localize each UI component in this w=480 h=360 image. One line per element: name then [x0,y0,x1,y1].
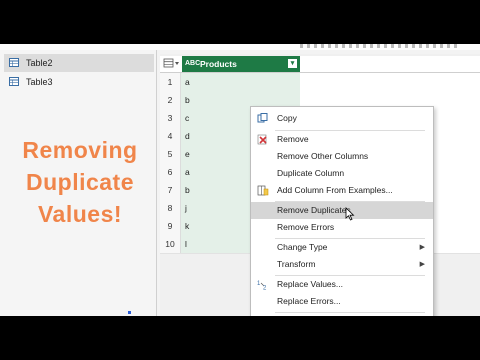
menu-item-transform[interactable]: Transform ▶ [251,256,433,273]
cell-value[interactable]: j [185,199,187,217]
row-number: 10 [160,235,181,253]
menu-item-replace-errors[interactable]: Replace Errors... [251,293,433,310]
column-name: Products [200,59,237,69]
cell-value[interactable]: l [185,235,187,253]
add-column-icon [257,185,269,196]
menu-item-label: Remove Errors [277,222,335,232]
replace-values-icon: 12 [257,281,267,291]
submenu-arrow-icon: ▶ [419,261,425,268]
cell-value[interactable]: a [185,163,190,181]
menu-item-remove-other-columns[interactable]: Remove Other Columns [251,148,433,165]
row-number: 9 [160,217,181,235]
row-number: 6 [160,163,181,181]
mouse-cursor-icon [345,207,355,221]
menu-item-remove[interactable]: Remove [251,131,433,148]
row-number: 4 [160,127,181,145]
cell-value[interactable]: b [185,181,190,199]
menu-item-label: Replace Values... [277,279,343,289]
svg-text:1: 1 [257,281,261,287]
menu-item-label: Remove [277,134,309,144]
row-number: 8 [160,199,181,217]
cell-value[interactable]: e [185,145,190,163]
selected-cell-bg [181,73,300,91]
row-number: 5 [160,145,181,163]
query-item-table2[interactable]: Table2 [4,54,154,72]
cell-value[interactable]: c [185,109,189,127]
table-icon [9,58,19,67]
menu-item-label: Remove Duplicates [277,205,351,215]
cell-value[interactable]: d [185,127,190,145]
menu-item-label: Transform [277,259,316,269]
menu-item-split-column[interactable]: Split Column ▶ [251,313,433,316]
query-label: Table3 [26,77,53,87]
menu-item-label: Change Type [277,242,328,252]
cell-value[interactable]: k [185,217,189,235]
menu-item-change-type[interactable]: Change Type ▶ [251,239,433,256]
submenu-arrow-icon: ▶ [420,313,425,316]
power-query-window: Table2 Table3 Removing Duplicate Values! [0,44,480,316]
menu-item-label: Replace Errors... [277,296,341,306]
table-menu-icon[interactable] [162,57,180,71]
svg-text:2: 2 [263,286,267,291]
menu-item-copy[interactable]: Copy [251,110,433,127]
row-number: 1 [160,73,181,91]
cell-value[interactable]: b [185,91,190,109]
menu-item-label: Duplicate Column [277,168,345,178]
menu-item-remove-duplicates[interactable]: Remove Duplicates [251,202,433,219]
remove-x-icon [257,134,267,145]
copy-icon [257,113,268,123]
menu-item-label: Add Column From Examples... [277,185,393,195]
table-icon [9,77,19,86]
submenu-arrow-icon: ▶ [419,244,425,251]
overlay-title: Removing Duplicate Values! [0,134,160,230]
menu-item-add-column-from-examples[interactable]: Add Column From Examples... [251,182,433,199]
menu-item-duplicate-column[interactable]: Duplicate Column [251,165,433,182]
column-filter-icon[interactable]: ▾ [288,59,297,68]
column-context-menu: Copy Remove Remove Other Columns Duplicate … [250,106,434,316]
column-header-products[interactable]: ABC Products ▾ [182,56,300,72]
overlay-line-3: Values! [37,201,123,227]
table-row[interactable]: 1a [160,73,480,92]
menu-item-label: Copy [277,113,297,123]
row-number: 7 [160,181,181,199]
menu-item-label: Split Column [277,313,325,316]
grid-header: ABC Products ▾ [160,56,480,73]
overlay-line-2: Duplicate [25,169,135,195]
cell-value[interactable]: a [185,73,190,91]
row-number: 2 [160,91,181,109]
menu-item-replace-values[interactable]: 1 2 Replace Values... [251,276,433,293]
query-label: Table2 [26,58,53,68]
queries-pane: Table2 Table3 Removing Duplicate Values! [0,50,157,316]
query-item-table3[interactable]: Table3 [4,73,154,91]
row-number: 3 [160,109,181,127]
text-type-icon[interactable]: ABC [185,56,200,72]
cursor-dot [128,311,131,314]
overlay-line-1: Removing [22,137,138,163]
menu-item-remove-errors[interactable]: Remove Errors [251,219,433,236]
menu-item-label: Remove Other Columns [277,151,369,161]
